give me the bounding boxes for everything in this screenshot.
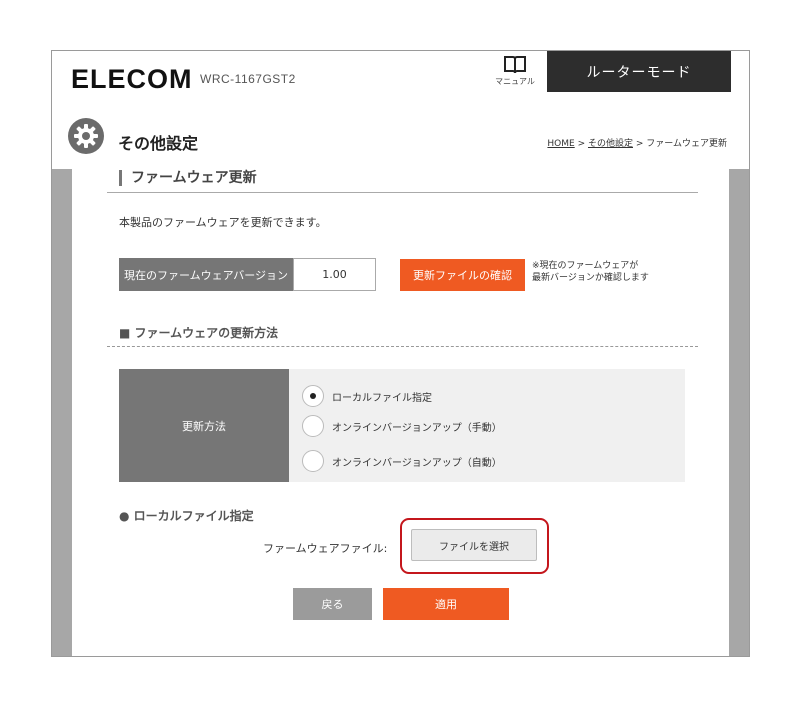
select-file-button[interactable]: ファイルを選択 <box>411 529 537 561</box>
option-label: オンラインバージョンアップ（手動） <box>332 422 502 434</box>
firmware-version-value: 1.00 <box>293 258 376 291</box>
update-method-label: 更新方法 <box>119 369 289 482</box>
check-note-line: 最新バージョンか確認します <box>532 273 649 283</box>
check-note-line: ※現在のファームウェアが <box>532 261 639 271</box>
right-side-bar <box>729 169 749 656</box>
back-button[interactable]: 戻る <box>293 588 372 620</box>
option-local-file[interactable]: ローカルファイル指定 <box>302 385 432 407</box>
radio-online-auto[interactable] <box>302 450 324 472</box>
local-file-title: ● ローカルファイル指定 <box>119 509 254 523</box>
section-divider <box>107 192 698 193</box>
firmware-file-label: ファームウェアファイル: <box>263 542 388 555</box>
router-admin-window: ELECOM WRC-1167GST2 マニュアル ルーターモード その他設定 <box>51 50 750 657</box>
book-icon <box>504 56 526 74</box>
manual-link[interactable]: マニュアル <box>492 55 538 87</box>
check-update-file-button[interactable]: 更新ファイルの確認 <box>400 259 525 291</box>
breadcrumb: HOME > その他設定 > ファームウェア更新 <box>547 136 727 149</box>
check-note: ※現在のファームウェアが 最新バージョンか確認します <box>532 260 692 284</box>
breadcrumb-home[interactable]: HOME <box>547 139 574 149</box>
breadcrumb-sep: > <box>574 139 588 149</box>
left-side-bar <box>52 169 72 656</box>
manual-label: マニュアル <box>495 77 535 86</box>
dashed-divider <box>107 346 698 347</box>
option-online-auto[interactable]: オンラインバージョンアップ（自動） <box>302 450 502 472</box>
router-mode-tab[interactable]: ルーターモード <box>547 51 731 92</box>
page-title: その他設定 <box>118 134 199 153</box>
option-label: ローカルファイル指定 <box>332 392 432 404</box>
option-online-manual[interactable]: オンラインバージョンアップ（手動） <box>302 415 502 437</box>
update-method-title: ■ ファームウェアの更新方法 <box>119 326 279 340</box>
section-description: 本製品のファームウェアを更新できます。 <box>119 216 327 229</box>
model-name: WRC-1167GST2 <box>200 72 296 86</box>
apply-button[interactable]: 適用 <box>383 588 509 620</box>
section-title: ファームウェア更新 <box>119 170 257 186</box>
breadcrumb-sep: > <box>633 139 647 149</box>
option-label: オンラインバージョンアップ（自動） <box>332 457 502 469</box>
breadcrumb-parent[interactable]: その他設定 <box>588 139 633 149</box>
update-method-options: ローカルファイル指定 オンラインバージョンアップ（手動） オンラインバージョンア… <box>289 369 685 482</box>
breadcrumb-current: ファームウェア更新 <box>646 139 727 149</box>
settings-gear-icon <box>68 118 104 154</box>
elecom-logo: ELECOM <box>71 64 193 94</box>
firmware-version-label: 現在のファームウェアバージョン <box>119 258 293 291</box>
radio-online-manual[interactable] <box>302 415 324 437</box>
radio-local-file[interactable] <box>302 385 324 407</box>
